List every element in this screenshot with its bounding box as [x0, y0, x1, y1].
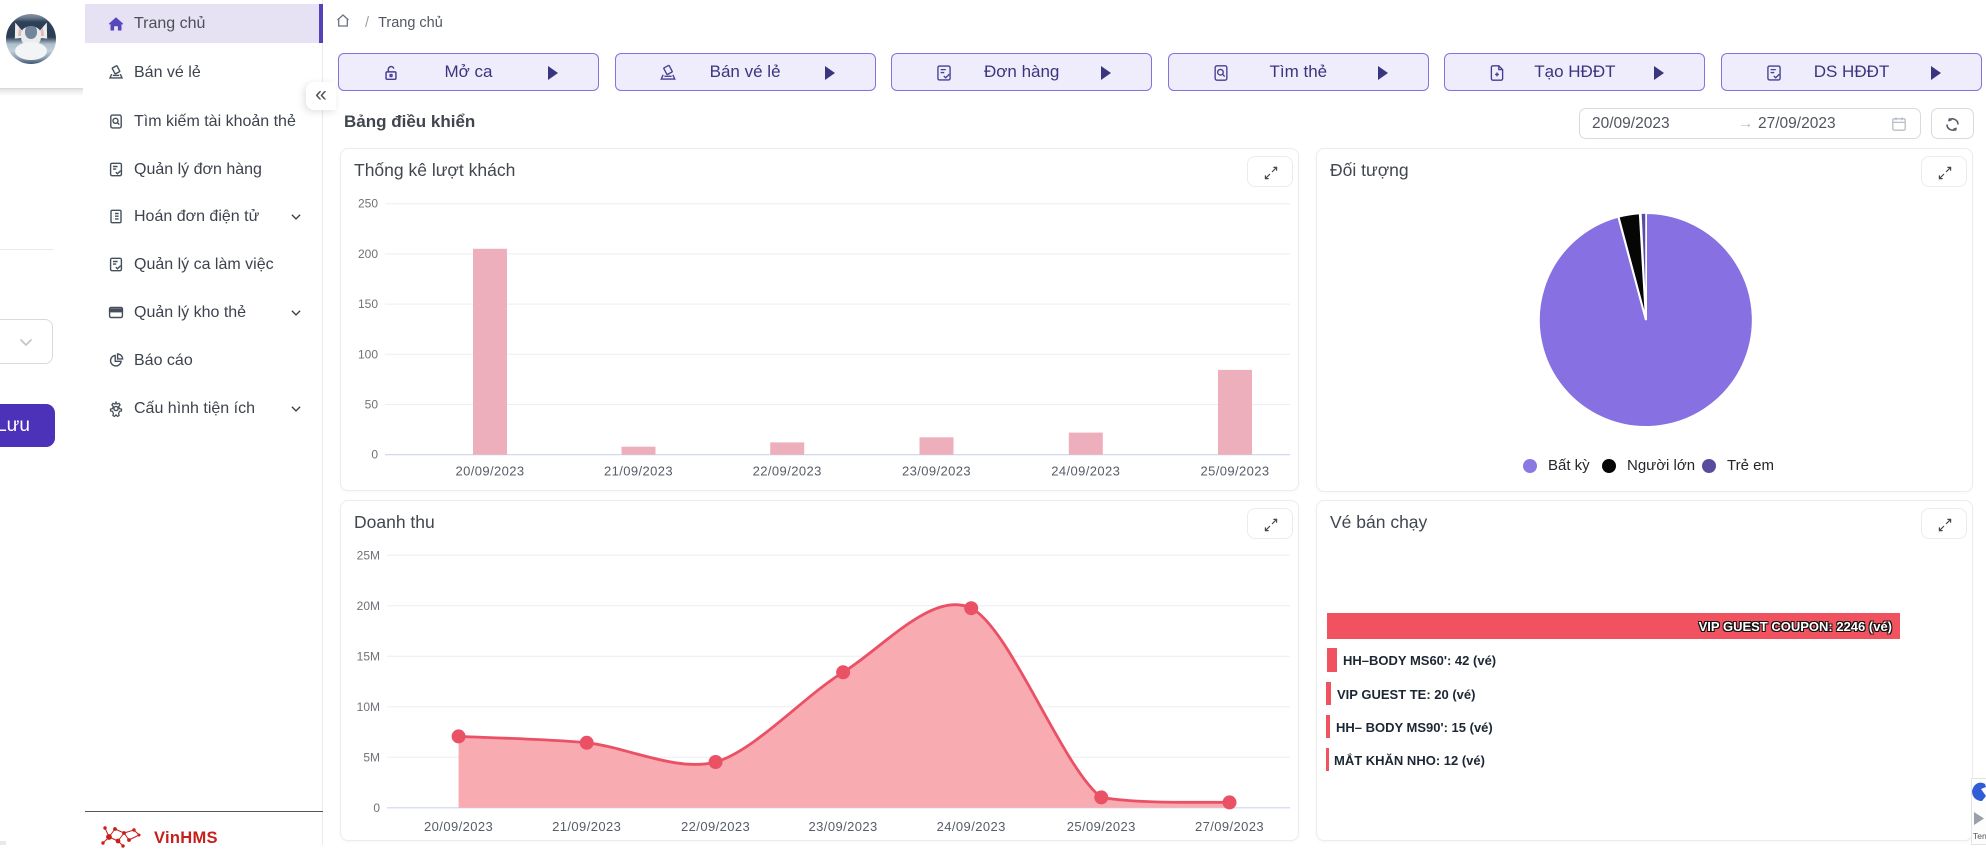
svg-text:0: 0	[373, 801, 380, 815]
svg-text:15M: 15M	[357, 649, 380, 663]
svg-text:25M: 25M	[357, 548, 380, 562]
svg-text:20/09/2023: 20/09/2023	[424, 819, 493, 834]
svg-text:24/09/2023: 24/09/2023	[1051, 464, 1120, 479]
svg-text:20/09/2023: 20/09/2023	[455, 464, 524, 479]
svg-text:24/09/2023: 24/09/2023	[937, 819, 1006, 834]
svg-text:10M: 10M	[357, 700, 380, 714]
svg-text:25/09/2023: 25/09/2023	[1200, 464, 1269, 479]
svg-text:Ten: Ten	[1973, 831, 1986, 841]
svg-text:25/09/2023: 25/09/2023	[1067, 819, 1136, 834]
svg-text:5M: 5M	[363, 750, 380, 764]
svg-text:27/09/2023: 27/09/2023	[1195, 819, 1264, 834]
svg-text:150: 150	[358, 297, 378, 311]
svg-text:20M: 20M	[357, 599, 380, 613]
svg-text:21/09/2023: 21/09/2023	[552, 819, 621, 834]
svg-text:22/09/2023: 22/09/2023	[753, 464, 822, 479]
svg-text:23/09/2023: 23/09/2023	[809, 819, 878, 834]
svg-text:250: 250	[358, 197, 378, 211]
svg-text:0: 0	[371, 448, 378, 462]
svg-text:50: 50	[365, 398, 379, 412]
svg-text:200: 200	[358, 247, 378, 261]
svg-text:22/09/2023: 22/09/2023	[681, 819, 750, 834]
svg-text:21/09/2023: 21/09/2023	[604, 464, 673, 479]
svg-text:100: 100	[358, 347, 378, 361]
svg-text:23/09/2023: 23/09/2023	[902, 464, 971, 479]
